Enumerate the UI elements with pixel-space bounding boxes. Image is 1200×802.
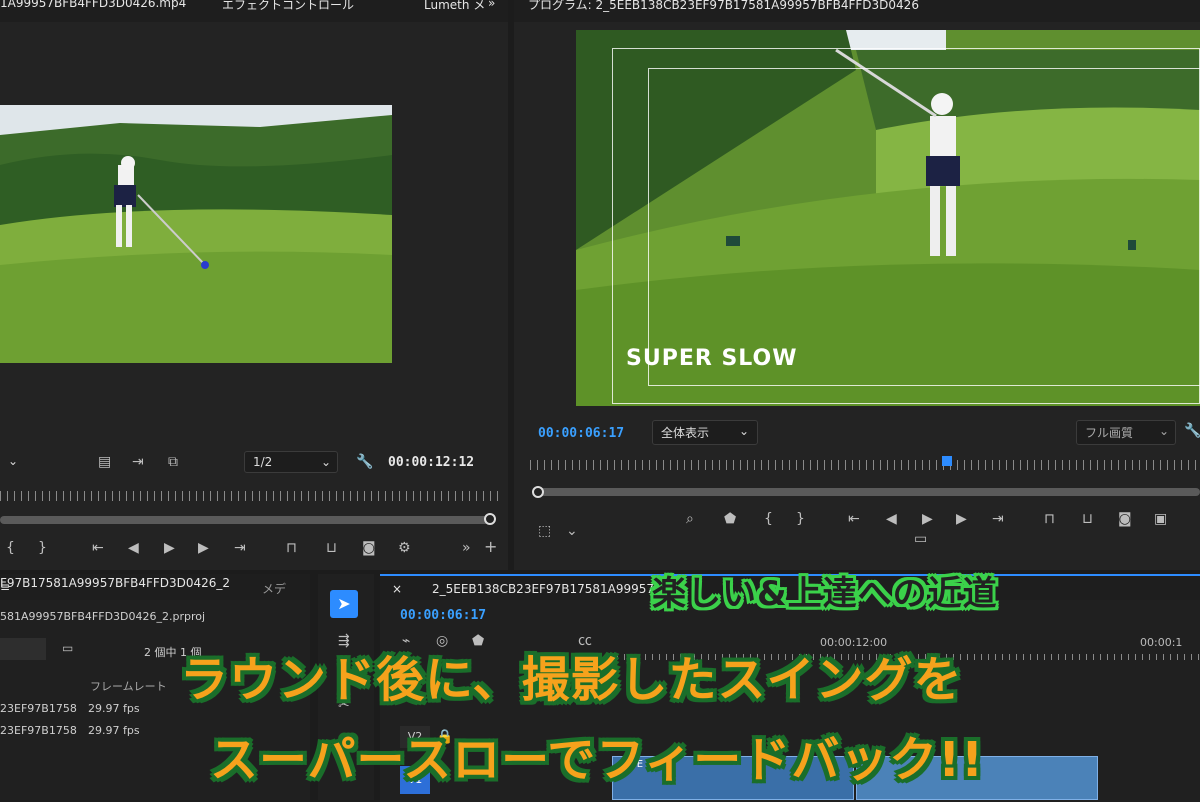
zoom-icon[interactable]: ⌕ — [686, 512, 694, 526]
insert-icon[interactable]: ⇥ — [132, 455, 144, 469]
mark-in-icon[interactable]: { — [764, 512, 773, 526]
selection-tool-icon[interactable]: ➤ — [330, 590, 358, 618]
clip-name: 23EF97B1758 — [0, 724, 77, 737]
resolution-value: 1/2 — [253, 455, 273, 469]
camera-icon[interactable]: ◙ — [362, 541, 376, 555]
resolution-select[interactable]: 1/2 ⌄ — [244, 451, 338, 473]
sequence-tab[interactable]: 2_5EEB138CB23EF97B17581A99957BFB4 — [432, 582, 685, 596]
go-to-in-icon[interactable]: ⇤ — [92, 541, 104, 555]
overwrite-icon[interactable]: ⧉ — [168, 455, 178, 469]
frame-rate-header[interactable]: フレームレート — [90, 678, 167, 694]
source-time-ruler[interactable] — [0, 491, 500, 501]
export-frame-icon[interactable]: ▤ — [98, 455, 111, 469]
clip-fps: 29.97 fps — [88, 724, 140, 737]
caption-line-1: 楽しい&上達への近道 — [652, 574, 998, 614]
caption-line-3: スーパースローでフィードバック!! — [210, 732, 985, 788]
tab-source-clip[interactable]: 1A99957BFB4FFD3D0426.mp4 — [0, 0, 186, 10]
marker-icon[interactable]: ⬟ — [724, 512, 736, 526]
project-search-input[interactable] — [0, 638, 46, 660]
quality-value: フル画質 — [1085, 426, 1134, 440]
source-monitor-panel: 1A99957BFB4FFD3D0426.mp4 エフェクトコントロール Lum… — [0, 0, 508, 570]
step-forward-icon[interactable]: ▶︎ — [198, 541, 209, 555]
step-forward-icon[interactable]: ▶︎ — [956, 512, 967, 526]
quality-select[interactable]: フル画質 ⌄ — [1076, 420, 1176, 445]
fullscreen-icon[interactable]: ▭ — [914, 532, 927, 546]
clip-fps: 29.97 fps — [88, 702, 140, 715]
program-monitor-panel: プログラム: 2_5EEB138CB23EF97B17581A99957BFB4… — [514, 0, 1200, 570]
mark-out-icon[interactable]: } — [38, 541, 47, 555]
ruler-label: 00:00:1 — [1140, 636, 1183, 649]
media-browser-tab[interactable]: メデ — [262, 580, 286, 597]
mark-in-icon[interactable]: { — [6, 541, 15, 555]
bin-icon[interactable]: ▭ — [62, 642, 73, 654]
step-back-icon[interactable]: ◀︎ — [886, 512, 897, 526]
safe-margins-icon[interactable]: ⬚ — [538, 524, 551, 538]
close-icon[interactable]: × — [392, 582, 402, 596]
settings-icon[interactable]: ⚙ — [398, 541, 411, 555]
overflow-icon[interactable]: » — [462, 541, 471, 555]
chevron-down-icon: ⌄ — [1158, 424, 1169, 438]
go-to-out-icon[interactable]: ⇥ — [234, 541, 246, 555]
play-icon[interactable]: ▶ — [164, 541, 175, 555]
safe-margin-inner — [648, 68, 1200, 386]
caption-line-2: ラウンド後に、撮影したスイングを — [180, 652, 963, 708]
compare-icon[interactable]: ▣ — [1154, 512, 1167, 526]
playhead-marker[interactable] — [942, 456, 952, 466]
program-scroll-handle[interactable] — [532, 486, 544, 498]
play-icon[interactable]: ▶ — [922, 512, 933, 526]
panel-overflow-icon[interactable]: » — [488, 0, 495, 10]
source-video-frame — [0, 105, 392, 363]
chevron-down-icon: ⌄ — [738, 424, 749, 438]
program-scrollbar[interactable] — [538, 488, 1200, 496]
program-title[interactable]: プログラム: 2_5EEB138CB23EF97B17581A99957BFB4… — [528, 0, 919, 13]
zoom-value: 全体表示 — [661, 426, 710, 440]
tab-lumetri[interactable]: Lumeth メ — [424, 0, 485, 13]
mark-out-icon[interactable]: } — [796, 512, 805, 526]
add-button-icon[interactable]: + — [484, 539, 497, 555]
go-to-out-icon[interactable]: ⇥ — [992, 512, 1004, 526]
project-tab[interactable]: F97B17581A99957BFB4FFD3D0426_2 ≡ — [0, 576, 230, 594]
source-scrollbar[interactable] — [0, 516, 490, 524]
timeline-timecode[interactable]: 00:00:06:17 — [400, 608, 486, 623]
source-scroll-handle[interactable] — [484, 513, 496, 525]
wrench-icon[interactable]: 🔧 — [356, 455, 373, 469]
chevron-down-icon[interactable]: ⌄ — [566, 524, 578, 538]
program-video-frame: SUPER SLOW — [576, 30, 1200, 406]
project-tabbar: F97B17581A99957BFB4FFD3D0426_2 ≡ メデ — [0, 574, 310, 600]
program-tabbar: プログラム: 2_5EEB138CB23EF97B17581A99957BFB4… — [514, 0, 1200, 22]
source-tabbar: 1A99957BFB4FFD3D0426.mp4 エフェクトコントロール Lum… — [0, 0, 508, 22]
zoom-select[interactable]: 全体表示 ⌄ — [652, 420, 758, 445]
chevron-down-icon: ⌄ — [320, 455, 331, 469]
extract-icon[interactable]: ⊔ — [1082, 512, 1093, 526]
golf-swing-scene — [0, 105, 392, 363]
step-back-icon[interactable]: ◀︎ — [128, 541, 139, 555]
overwrite-clip-icon[interactable]: ⊔ — [326, 541, 337, 555]
insert-clip-icon[interactable]: ⊓ — [286, 541, 297, 555]
project-tab-label: F97B17581A99957BFB4FFD3D0426_2 — [0, 576, 231, 590]
wrench-icon[interactable]: 🔧 — [1184, 424, 1200, 438]
lift-icon[interactable]: ⊓ — [1044, 512, 1055, 526]
go-to-in-icon[interactable]: ⇤ — [848, 512, 860, 526]
camera-icon[interactable]: ◙ — [1118, 512, 1132, 526]
program-time-ruler[interactable] — [530, 460, 1200, 470]
clip-name: 23EF97B1758 — [0, 702, 77, 715]
super-slow-title: SUPER SLOW — [626, 346, 798, 371]
project-file-name: 581A99957BFB4FFD3D0426_2.prproj — [0, 610, 206, 623]
source-left-dropdown[interactable]: ⌄ — [0, 451, 42, 473]
source-timecode: 00:00:12:12 — [388, 455, 475, 470]
tab-effect-controls[interactable]: エフェクトコントロール — [222, 0, 354, 13]
program-timecode[interactable]: 00:00:06:17 — [538, 426, 624, 441]
